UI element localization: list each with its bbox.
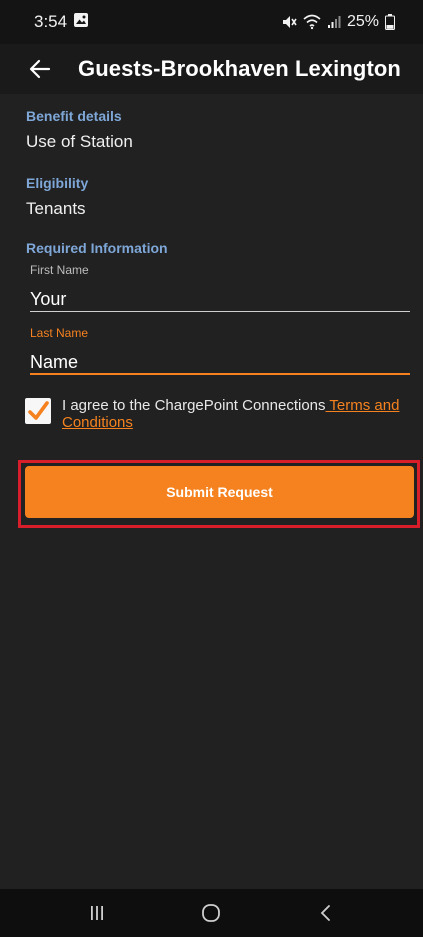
- agreement-text: I agree to the ChargePoint Connections T…: [62, 397, 402, 431]
- recent-apps-button[interactable]: [77, 893, 117, 933]
- gallery-notification-icon: [73, 12, 89, 33]
- terms-checkbox[interactable]: [25, 398, 51, 424]
- first-name-field[interactable]: [30, 285, 410, 313]
- system-nav-bar: [0, 889, 423, 937]
- app-bar: Guests-Brookhaven Lexington: [0, 44, 423, 94]
- home-icon: [202, 904, 221, 922]
- arrow-left-icon: [29, 59, 51, 79]
- checkmark-icon: [28, 401, 49, 420]
- wifi-icon: [303, 14, 321, 30]
- status-left: 3:54: [34, 12, 89, 33]
- battery-icon: [385, 14, 395, 30]
- mute-icon: [281, 14, 297, 30]
- eligibility-value: Tenants: [26, 199, 86, 218]
- agreement-label: I agree to the ChargePoint Connections: [62, 397, 326, 414]
- eligibility-label: Eligibility: [26, 175, 89, 191]
- status-time: 3:54: [34, 12, 68, 31]
- status-bar: 3:54 25%: [0, 0, 423, 44]
- first-name-label: First Name: [30, 263, 89, 277]
- back-nav-button[interactable]: [306, 893, 346, 933]
- page-title: Guests-Brookhaven Lexington: [78, 56, 401, 81]
- status-right: 25%: [281, 13, 395, 31]
- required-information-label: Required Information: [26, 240, 168, 256]
- benefit-details-value: Use of Station: [26, 132, 133, 151]
- last-name-field[interactable]: [30, 348, 410, 376]
- last-name-underline: [30, 373, 410, 375]
- first-name-underline: [30, 311, 410, 312]
- recent-apps-icon: [91, 906, 104, 920]
- cellular-signal-icon: [327, 15, 341, 29]
- chevron-left-icon: [320, 905, 330, 921]
- back-button[interactable]: [20, 49, 60, 89]
- home-button[interactable]: [191, 893, 231, 933]
- battery-percent: 25%: [346, 13, 379, 30]
- benefit-details-label: Benefit details: [26, 108, 122, 124]
- last-name-label: Last Name: [30, 326, 89, 340]
- submit-request-button[interactable]: Submit Request: [25, 466, 414, 518]
